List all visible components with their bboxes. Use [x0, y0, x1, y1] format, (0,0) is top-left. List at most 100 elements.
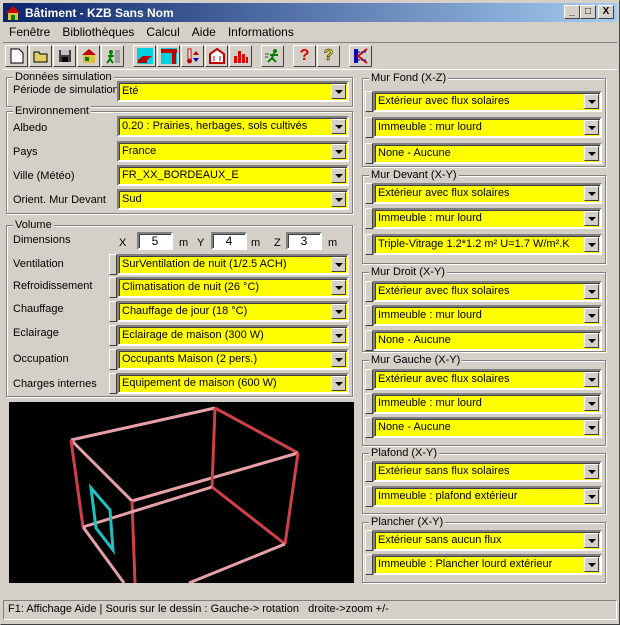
chevron-down-icon[interactable] — [584, 396, 599, 411]
chevron-down-icon[interactable] — [331, 119, 346, 134]
city-select[interactable]: FR_XX_BORDEAUX_E — [117, 165, 349, 186]
wall-edit-button[interactable] — [365, 461, 373, 482]
wall-edit-button[interactable] — [365, 143, 373, 164]
chevron-down-icon[interactable] — [584, 186, 599, 201]
chevron-down-icon[interactable] — [584, 308, 599, 323]
wall-select[interactable]: Extérieur avec flux solaires — [373, 281, 602, 302]
chart-button[interactable] — [229, 45, 252, 67]
wall-select[interactable]: Immeuble : mur lourd — [373, 117, 602, 138]
maximize-button[interactable]: □ — [580, 5, 596, 19]
chevron-down-icon[interactable] — [584, 372, 599, 387]
wall-select[interactable]: Immeuble : Plancher lourd extérieur — [373, 554, 602, 575]
building-button[interactable] — [77, 45, 100, 67]
help-button[interactable]: ? — [293, 45, 316, 67]
chevron-down-icon[interactable] — [331, 376, 346, 391]
wall-section-button[interactable] — [157, 45, 180, 67]
wall-select[interactable]: Triple-Vitrage 1.2*1.2 m² U=1.7 W/m².K — [373, 234, 602, 255]
wall-edit-button[interactable] — [365, 117, 373, 138]
menu-informations[interactable]: Informations — [222, 25, 300, 39]
volume-row-edit-button[interactable] — [109, 325, 117, 346]
wall-select[interactable]: None - Aucune — [373, 143, 602, 164]
menu-fenetre[interactable]: Fenêtre — [3, 25, 56, 39]
wall-select[interactable]: Extérieur sans flux solaires — [373, 461, 602, 482]
close-button[interactable]: X — [598, 5, 614, 19]
wall-edit-button[interactable] — [365, 393, 373, 414]
wall-select[interactable]: None - Aucune — [373, 417, 602, 438]
volume-row-select[interactable]: Equipement de maison (600 W) — [117, 373, 349, 394]
chevron-down-icon[interactable] — [584, 211, 599, 226]
wall-edit-button[interactable] — [365, 530, 373, 551]
chevron-down-icon[interactable] — [331, 328, 346, 343]
chevron-down-icon[interactable] — [331, 280, 346, 295]
dimension-x-input[interactable]: 5 — [137, 232, 173, 250]
wall-select[interactable]: Extérieur avec flux solaires — [373, 91, 602, 112]
chevron-down-icon[interactable] — [584, 464, 599, 479]
wall-select[interactable]: Immeuble : mur lourd — [373, 305, 602, 326]
volume-row-select[interactable]: Chauffage de jour (18 °C) — [117, 301, 349, 322]
materials-button[interactable] — [133, 45, 156, 67]
wall-edit-button[interactable] — [365, 417, 373, 438]
open-button[interactable] — [29, 45, 52, 67]
run-button[interactable] — [261, 45, 284, 67]
menu-bibliotheques[interactable]: Bibliothèques — [56, 25, 140, 39]
chevron-down-icon[interactable] — [584, 420, 599, 435]
volume-row-select[interactable]: Climatisation de nuit (26 °C) — [117, 277, 349, 298]
albedo-select[interactable]: 0.20 : Prairies, herbages, sols cultivés — [117, 116, 349, 137]
volume-row-edit-button[interactable] — [109, 301, 117, 322]
menu-aide[interactable]: Aide — [186, 25, 222, 39]
wall-edit-button[interactable] — [365, 234, 373, 255]
wall-select[interactable]: Extérieur avec flux solaires — [373, 183, 602, 204]
about-button[interactable] — [349, 45, 372, 67]
chevron-down-icon[interactable] — [331, 168, 346, 183]
menu-calcul[interactable]: Calcul — [140, 25, 185, 39]
wall-edit-button[interactable] — [365, 330, 373, 351]
wall-edit-button[interactable] — [365, 486, 373, 507]
flows-button[interactable] — [205, 45, 228, 67]
volume-row-select[interactable]: SurVentilation de nuit (1/2.5 ACH) — [117, 254, 349, 275]
chevron-down-icon[interactable] — [584, 94, 599, 109]
context-help-button[interactable]: ? — [317, 45, 340, 67]
minimize-button[interactable]: _ — [564, 5, 580, 19]
volume-row-edit-button[interactable] — [109, 349, 117, 370]
country-select[interactable]: France — [117, 141, 349, 162]
dimension-y-input[interactable]: 4 — [211, 232, 247, 250]
wall-select[interactable]: Immeuble : mur lourd — [373, 393, 602, 414]
volume-row-edit-button[interactable] — [109, 254, 117, 275]
volume-row-edit-button[interactable] — [109, 277, 117, 298]
chevron-down-icon[interactable] — [584, 533, 599, 548]
chevron-down-icon[interactable] — [331, 84, 346, 99]
chevron-down-icon[interactable] — [584, 489, 599, 504]
chevron-down-icon[interactable] — [584, 333, 599, 348]
wall-select[interactable]: None - Aucune — [373, 330, 602, 351]
chevron-down-icon[interactable] — [331, 352, 346, 367]
wireframe-drawing[interactable] — [9, 402, 354, 585]
chevron-down-icon[interactable] — [584, 120, 599, 135]
wall-edit-button[interactable] — [365, 208, 373, 229]
exit-button[interactable] — [101, 45, 124, 67]
wall-edit-button[interactable] — [365, 91, 373, 112]
wall-edit-button[interactable] — [365, 281, 373, 302]
wall-edit-button[interactable] — [365, 183, 373, 204]
chevron-down-icon[interactable] — [584, 146, 599, 161]
wall-edit-button[interactable] — [365, 305, 373, 326]
chevron-down-icon[interactable] — [584, 237, 599, 252]
volume-row-select[interactable]: Occupants Maison (2 pers.) — [117, 349, 349, 370]
wall-select[interactable]: Extérieur sans aucun flux — [373, 530, 602, 551]
chevron-down-icon[interactable] — [331, 144, 346, 159]
new-file-button[interactable] — [5, 45, 28, 67]
volume-row-edit-button[interactable] — [109, 373, 117, 394]
wall-edit-button[interactable] — [365, 554, 373, 575]
orientation-select[interactable]: Sud — [117, 189, 349, 210]
wall-edit-button[interactable] — [365, 369, 373, 390]
chevron-down-icon[interactable] — [584, 557, 599, 572]
building-3d-view[interactable] — [9, 402, 354, 585]
wall-select[interactable]: Extérieur avec flux solaires — [373, 369, 602, 390]
wall-select[interactable]: Immeuble : mur lourd — [373, 208, 602, 229]
chevron-down-icon[interactable] — [584, 284, 599, 299]
volume-row-select[interactable]: Eclairage de maison (300 W) — [117, 325, 349, 346]
thermal-button[interactable] — [181, 45, 204, 67]
chevron-down-icon[interactable] — [331, 192, 346, 207]
wall-select[interactable]: Immeuble : plafond extérieur — [373, 486, 602, 507]
period-select[interactable]: Eté — [117, 81, 349, 102]
dimension-z-input[interactable]: 3 — [286, 232, 322, 250]
